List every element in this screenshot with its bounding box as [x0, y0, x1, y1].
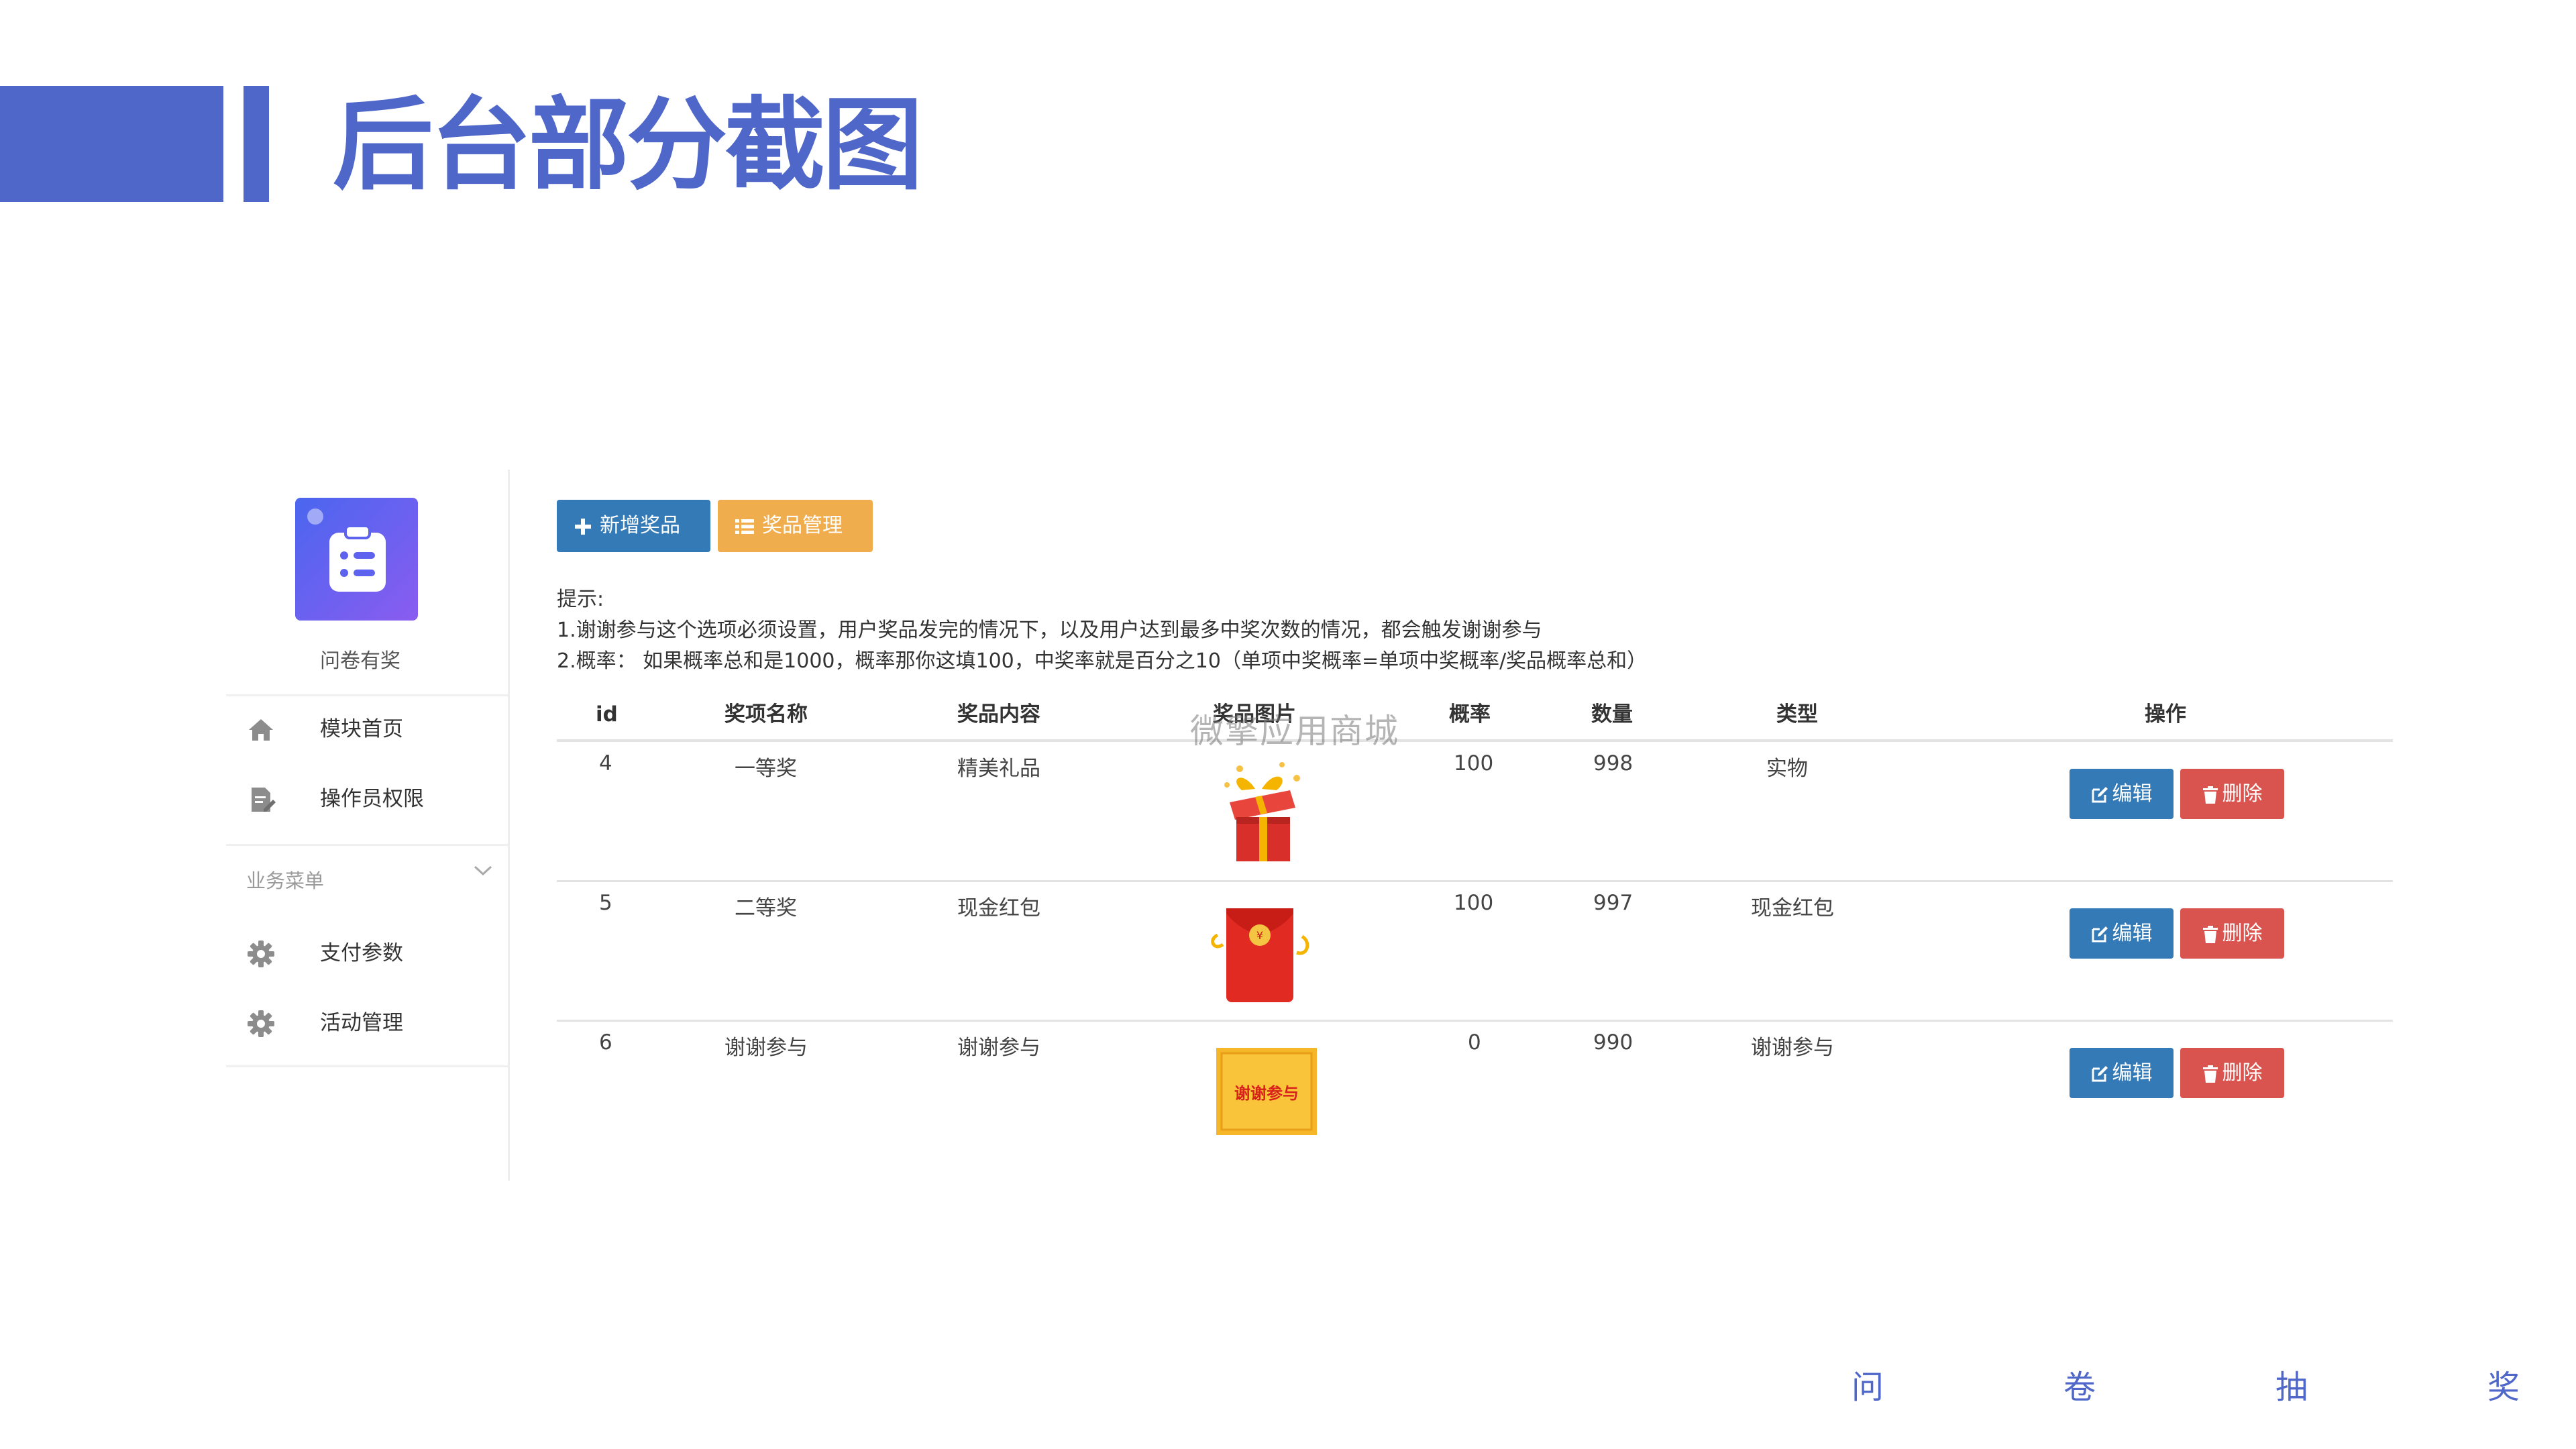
table-row: 6 谢谢参与 谢谢参与 谢谢参与 0 990 谢谢参与 编辑 删除 [557, 1021, 2393, 1159]
edit-label: 编辑 [2112, 782, 2153, 806]
delete-label: 删除 [2222, 782, 2263, 806]
document-edit-icon [252, 788, 276, 812]
cell-id: 4 [599, 751, 612, 775]
clipboard-list-icon [329, 525, 386, 592]
chevron-down-icon[interactable] [473, 864, 493, 877]
sidebar-divider [226, 694, 508, 696]
watermark-text: 微擎应用商城 [1190, 712, 1399, 751]
cell-type: 实物 [1766, 757, 1808, 781]
thanks-card-image: 谢谢参与 [1216, 1048, 1317, 1135]
cell-probability: 0 [1468, 1030, 1481, 1055]
cell-id: 6 [599, 1030, 612, 1055]
edit-icon [2092, 786, 2108, 802]
footer-char: 问 [1851, 1368, 1884, 1406]
sidebar-divider [226, 1065, 508, 1067]
column-header-probability: 概率 [1449, 702, 1491, 727]
cell-name: 一等奖 [735, 757, 797, 781]
edit-button[interactable]: 编辑 [2070, 769, 2174, 819]
trash-icon [2202, 1065, 2218, 1083]
column-header-content: 奖品内容 [957, 702, 1040, 727]
add-prize-button[interactable]: 新增奖品 [557, 500, 710, 552]
column-header-type: 类型 [1776, 702, 1818, 727]
column-header-id: id [596, 702, 618, 727]
prize-management-label: 奖品管理 [762, 514, 843, 537]
sidebar-item-label: 支付参数 [320, 941, 403, 965]
cell-type: 谢谢参与 [1751, 1036, 1834, 1060]
sidebar-item-operator-permissions[interactable]: 操作员权限 [226, 769, 508, 829]
sidebar-border [508, 470, 510, 1181]
column-header-quantity: 数量 [1591, 702, 1633, 727]
edit-button[interactable]: 编辑 [2070, 1048, 2174, 1098]
sidebar-item-payment-params[interactable]: 支付参数 [226, 923, 508, 983]
table-row: 5 二等奖 现金红包 ¥ 100 997 现金红包 编辑 删除 [557, 881, 2393, 1020]
trash-icon [2202, 925, 2218, 943]
delete-label: 删除 [2222, 1061, 2263, 1085]
header-accent-bar [0, 86, 223, 202]
sidebar-item-label: 模块首页 [320, 717, 403, 741]
app-logo [295, 498, 418, 621]
svg-text:¥: ¥ [1256, 929, 1263, 942]
column-header-actions: 操作 [2145, 702, 2186, 727]
cell-quantity: 997 [1593, 891, 1633, 915]
edit-label: 编辑 [2112, 922, 2153, 945]
gear-icon [248, 941, 274, 967]
sidebar-divider [226, 844, 508, 846]
edit-button[interactable]: 编辑 [2070, 908, 2174, 959]
cell-quantity: 998 [1593, 751, 1633, 775]
admin-screenshot: 问卷有奖 模块首页 操作员权限 业务菜单 支付参数 活动管理 新增奖品 奖品管理… [226, 470, 2393, 1181]
cell-content: 谢谢参与 [957, 1036, 1040, 1060]
trash-icon [2202, 786, 2218, 804]
tips-heading: 提示: [557, 588, 604, 611]
edit-label: 编辑 [2112, 1061, 2153, 1085]
cell-content: 精美礼品 [957, 757, 1040, 781]
home-icon [249, 719, 273, 741]
cell-id: 5 [599, 891, 612, 915]
list-icon [735, 519, 754, 534]
footer-char: 奖 [2487, 1368, 2520, 1406]
cell-content: 现金红包 [957, 896, 1040, 920]
prize-management-button[interactable]: 奖品管理 [718, 500, 873, 552]
sidebar-item-activity-management[interactable]: 活动管理 [226, 993, 508, 1053]
sidebar-item-label: 操作员权限 [320, 787, 424, 811]
plus-icon [575, 518, 591, 535]
cell-quantity: 990 [1593, 1030, 1633, 1055]
sidebar-group-label[interactable]: 业务菜单 [246, 865, 324, 894]
tips-line-2: 2.概率： 如果概率总和是1000，概率那你这填100，中奖率就是百分之10（单… [557, 649, 1648, 673]
sidebar-item-label: 活动管理 [320, 1011, 403, 1035]
header-accent-stripe [244, 86, 269, 202]
table-row: 4 一等奖 精美礼品 100 998 实物 编辑 删除 [557, 742, 2393, 880]
gear-icon [248, 1010, 274, 1037]
edit-icon [2092, 926, 2108, 942]
thanks-card-text: 谢谢参与 [1234, 1084, 1299, 1103]
delete-button[interactable]: 删除 [2180, 1048, 2284, 1098]
sidebar: 问卷有奖 模块首页 操作员权限 业务菜单 支付参数 活动管理 [226, 470, 508, 1181]
edit-icon [2092, 1065, 2108, 1081]
slide-title: 后台部分截图 [333, 87, 923, 204]
app-name: 问卷有奖 [320, 649, 400, 673]
tips-line-1: 1.谢谢参与这个选项必须设置，用户奖品发完的情况下，以及用户达到最多中奖次数的情… [557, 619, 1542, 642]
footer-char: 抽 [2275, 1368, 2308, 1406]
cell-probability: 100 [1454, 891, 1494, 915]
cell-name: 谢谢参与 [724, 1036, 808, 1060]
gift-box-image [1224, 762, 1300, 861]
add-prize-label: 新增奖品 [600, 514, 680, 537]
sidebar-item-home[interactable]: 模块首页 [226, 699, 508, 759]
cell-name: 二等奖 [735, 896, 797, 920]
delete-button[interactable]: 删除 [2180, 908, 2284, 959]
delete-button[interactable]: 删除 [2180, 769, 2284, 819]
delete-label: 删除 [2222, 922, 2263, 945]
cell-type: 现金红包 [1751, 896, 1834, 920]
cell-probability: 100 [1454, 751, 1494, 775]
footer-char: 卷 [2063, 1368, 2096, 1406]
column-header-name: 奖项名称 [724, 702, 808, 727]
red-envelope-image: ¥ [1211, 908, 1309, 1002]
